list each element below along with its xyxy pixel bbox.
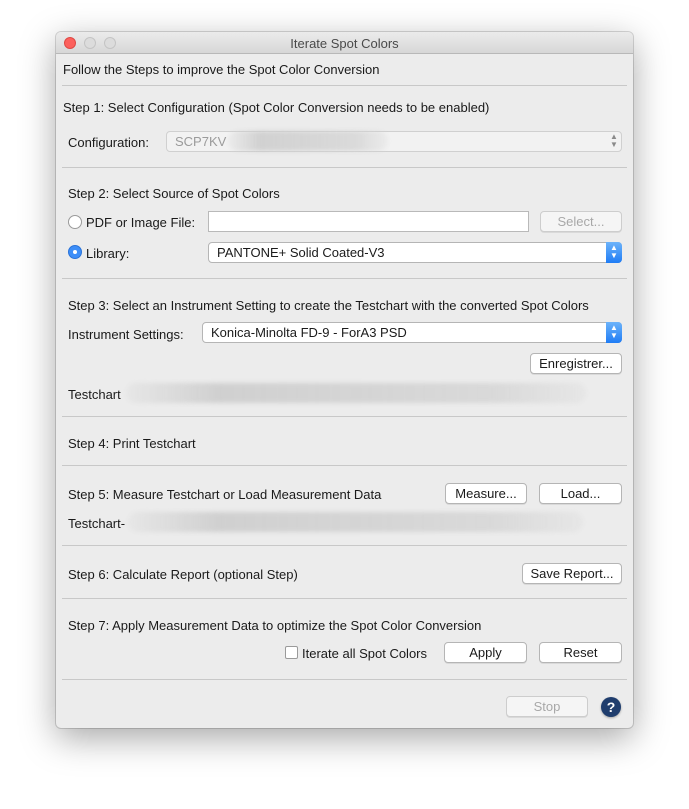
enregistrer-button[interactable]: Enregistrer... [530,353,622,374]
pdf-image-radio[interactable] [68,215,82,229]
testchart-measurement-label: Testchart- [68,516,126,531]
redacted-measurement-name [128,512,583,532]
configuration-label: Configuration: [68,135,149,150]
chevron-updown-icon: ▲ ▼ [610,132,618,149]
redacted-config-name [228,131,388,151]
iterate-all-label: Iterate all Spot Colors [302,646,428,661]
separator [62,278,627,279]
library-value: PANTONE+ Solid Coated-V3 [217,245,385,260]
separator [62,465,627,466]
chevron-updown-icon: ▲ ▼ [606,242,622,263]
iterate-spot-colors-window: Iterate Spot Colors Follow the Steps to … [56,32,633,728]
library-popup[interactable]: PANTONE+ Solid Coated-V3 ▲ ▼ [208,242,622,263]
step2-heading: Step 2: Select Source of Spot Colors [68,186,280,201]
step4-heading: Step 4: Print Testchart [68,436,196,451]
title-bar: Iterate Spot Colors [56,32,633,54]
step1-heading: Step 1: Select Configuration (Spot Color… [63,100,490,115]
separator [62,85,627,86]
measure-button[interactable]: Measure... [445,483,527,504]
configuration-value: SCP7KV [175,134,227,149]
separator [62,598,627,599]
iterate-all-checkbox[interactable] [285,646,298,659]
select-file-button[interactable]: Select... [540,211,622,232]
step6-heading: Step 6: Calculate Report (optional Step) [68,567,298,582]
save-report-button[interactable]: Save Report... [522,563,622,584]
step7-heading: Step 7: Apply Measurement Data to optimi… [68,618,482,633]
stop-button[interactable]: Stop [506,696,588,717]
separator [62,679,627,680]
step5-heading: Step 5: Measure Testchart or Load Measur… [68,487,382,502]
window-title: Iterate Spot Colors [290,36,399,51]
intro-text: Follow the Steps to improve the Spot Col… [63,62,380,77]
step3-heading: Step 3: Select an Instrument Setting to … [68,298,589,313]
help-icon[interactable]: ? [601,697,621,717]
separator [62,167,627,168]
pdf-image-file-input[interactable] [208,211,529,232]
instrument-settings-label: Instrument Settings: [68,327,184,342]
chevron-updown-icon: ▲ ▼ [606,322,622,343]
library-radio[interactable] [68,245,82,259]
redacted-testchart-name [126,383,586,403]
instrument-settings-popup[interactable]: Konica-Minolta FD-9 - ForA3 PSD ▲ ▼ [202,322,622,343]
load-button[interactable]: Load... [539,483,622,504]
reset-button[interactable]: Reset [539,642,622,663]
separator [62,545,627,546]
apply-button[interactable]: Apply [444,642,527,663]
pdf-image-label: PDF or Image File: [86,215,196,230]
instrument-settings-value: Konica-Minolta FD-9 - ForA3 PSD [211,325,407,340]
library-label: Library: [86,246,130,261]
testchart-label: Testchart [68,387,121,402]
separator [62,416,627,417]
